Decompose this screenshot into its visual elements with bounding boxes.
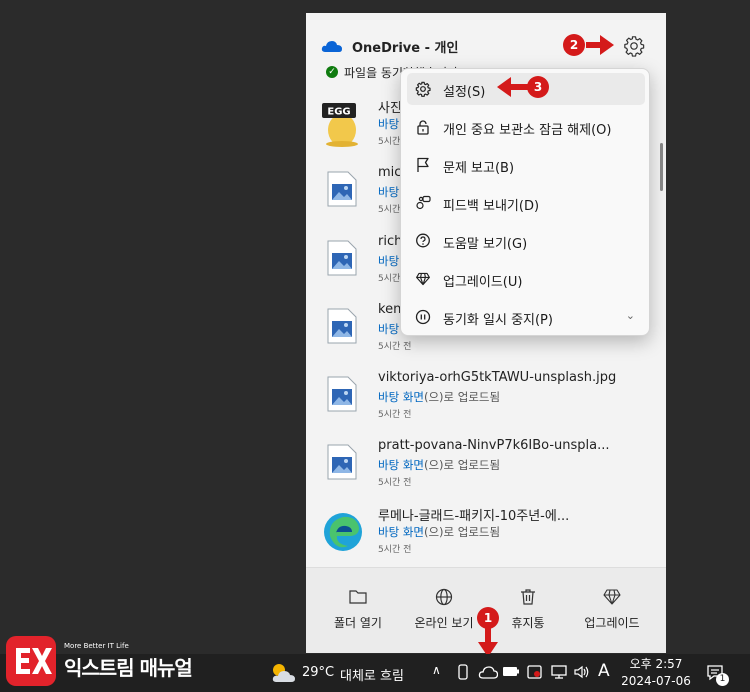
egg-thumbnail-icon: EGG — [322, 103, 362, 147]
menu-item-pause-sync[interactable]: 동기화 일시 중지(P) ⌄ — [407, 301, 645, 333]
file-location-suffix: (으)로 업로드됨 — [423, 390, 501, 404]
chevron-down-icon[interactable]: ⌄ — [626, 309, 635, 322]
annotation-badge-2: 2 — [563, 34, 585, 56]
network-icon[interactable] — [550, 663, 568, 681]
weather-description[interactable]: 대체로 흐림 — [340, 665, 404, 684]
panel-title: OneDrive - 개인 — [352, 41, 459, 56]
recycle-bin-button[interactable]: 휴지통 — [484, 588, 572, 631]
sync-check-icon: ✓ — [326, 66, 338, 78]
flag-icon — [417, 157, 429, 172]
file-item[interactable]: pratt-povana-NinvP7k6IBo-unspla... 바탕 화면(… — [306, 438, 656, 500]
image-file-icon — [326, 171, 366, 215]
file-item[interactable]: 루메나-글래드-패키지-10주년-에... 바탕 화면(으)로 업로드됨 5시간 전 — [306, 505, 656, 567]
weather-temperature[interactable]: 29°C — [302, 665, 334, 680]
file-name: viktoriya-orhG5tkTAWU-unsplash.jpg — [378, 370, 617, 385]
menu-report-label: 문제 보고(B) — [443, 161, 515, 176]
egg-label: EGG — [327, 107, 350, 118]
help-icon — [416, 233, 430, 248]
file-time: 5시간 전 — [378, 342, 412, 352]
annotation-badge-1: 1 — [477, 607, 499, 629]
pause-icon — [415, 309, 431, 325]
phone-link-icon[interactable] — [456, 663, 470, 681]
image-file-icon — [326, 444, 366, 488]
brand-tagline: More Better IT Life — [64, 642, 129, 650]
lock-icon — [417, 120, 429, 135]
file-location: 바탕 화면(으)로 업로드됨 — [378, 457, 500, 473]
notification-count: 1 — [716, 673, 729, 686]
brand-logo — [6, 636, 56, 686]
menu-help-label: 도움말 보기(G) — [443, 237, 528, 252]
volume-icon[interactable] — [573, 663, 591, 681]
menu-upgrade-label: 업그레이드(U) — [443, 275, 523, 290]
onedrive-tray-icon[interactable] — [478, 665, 498, 679]
chevron-up-icon[interactable]: ∧ — [432, 663, 441, 677]
view-online-label: 온라인 보기 — [414, 616, 474, 630]
file-item[interactable]: viktoriya-orhG5tkTAWU-unsplash.jpg 바탕 화면(… — [306, 370, 656, 432]
image-file-icon — [326, 308, 366, 352]
clock-time: 오후 2:57 — [629, 657, 683, 671]
input-method-indicator[interactable]: A — [598, 661, 610, 681]
menu-item-vault-unlock[interactable]: 개인 중요 보관소 잠금 해제(O) — [407, 111, 645, 143]
open-folder-label: 폴더 열기 — [334, 616, 382, 630]
clock[interactable]: 오후 2:57 2024-07-06 — [616, 656, 696, 690]
open-folder-button[interactable]: 폴더 열기 — [314, 588, 402, 631]
trash-icon — [521, 589, 535, 605]
upgrade-button[interactable]: 업그레이드 — [568, 588, 656, 631]
file-time: 5시간 전 — [378, 545, 412, 555]
partly-cloudy-icon[interactable] — [270, 662, 296, 684]
file-time: 5시간 전 — [378, 478, 412, 488]
image-file-icon — [326, 376, 366, 420]
settings-context-menu: 설정(S) 개인 중요 보관소 잠금 해제(O) 문제 보고(B) 피드백 보내… — [400, 68, 650, 336]
upgrade-label: 업그레이드 — [584, 616, 640, 630]
diamond-icon — [603, 589, 621, 605]
file-name: pratt-povana-NinvP7k6IBo-unspla... — [378, 438, 610, 453]
settings-gear-icon[interactable] — [623, 35, 645, 57]
arrow-left-icon — [497, 77, 529, 97]
menu-pause-label: 동기화 일시 중지(P) — [443, 313, 553, 328]
security-icon[interactable] — [526, 663, 544, 681]
globe-icon — [435, 588, 453, 606]
menu-feedback-label: 피드백 보내기(D) — [443, 199, 540, 214]
annotation-badge-3: 3 — [527, 76, 549, 98]
clock-date: 2024-07-06 — [621, 674, 691, 688]
onedrive-cloud-icon — [321, 41, 342, 52]
file-time: 5시간 전 — [378, 410, 412, 420]
edge-file-icon — [322, 511, 362, 555]
menu-item-help[interactable]: 도움말 보기(G) — [407, 225, 645, 257]
diamond-icon — [416, 272, 430, 286]
image-file-icon — [326, 240, 366, 284]
file-location-link[interactable]: 바탕 화면 — [378, 458, 424, 472]
brand-name: 익스트림 매뉴얼 — [64, 656, 193, 680]
menu-item-upgrade[interactable]: 업그레이드(U) — [407, 263, 645, 295]
menu-item-report[interactable]: 문제 보고(B) — [407, 149, 645, 181]
arrow-right-icon — [586, 35, 614, 55]
menu-vault-label: 개인 중요 보관소 잠금 해제(O) — [443, 123, 612, 138]
file-location-link[interactable]: 바탕 화면 — [378, 525, 424, 539]
scrollbar[interactable] — [660, 143, 663, 191]
feedback-icon — [416, 195, 431, 210]
file-location-suffix: (으)로 업로드됨 — [423, 525, 501, 539]
file-location: 바탕 화면(으)로 업로드됨 — [378, 389, 500, 405]
view-online-button[interactable]: 온라인 보기 — [400, 588, 488, 631]
battery-icon[interactable] — [502, 663, 520, 679]
file-location-link[interactable]: 바탕 화면 — [378, 390, 424, 404]
file-name: 루메나-글래드-패키지-10주년-에... — [378, 509, 570, 524]
brand-ex-icon — [16, 648, 52, 674]
menu-settings-label: 설정(S) — [443, 85, 486, 100]
file-location-suffix: (으)로 업로드됨 — [423, 458, 501, 472]
file-location: 바탕 화면(으)로 업로드됨 — [378, 524, 500, 540]
menu-item-feedback[interactable]: 피드백 보내기(D) — [407, 187, 645, 219]
folder-icon — [349, 590, 367, 604]
gear-icon — [415, 81, 431, 97]
